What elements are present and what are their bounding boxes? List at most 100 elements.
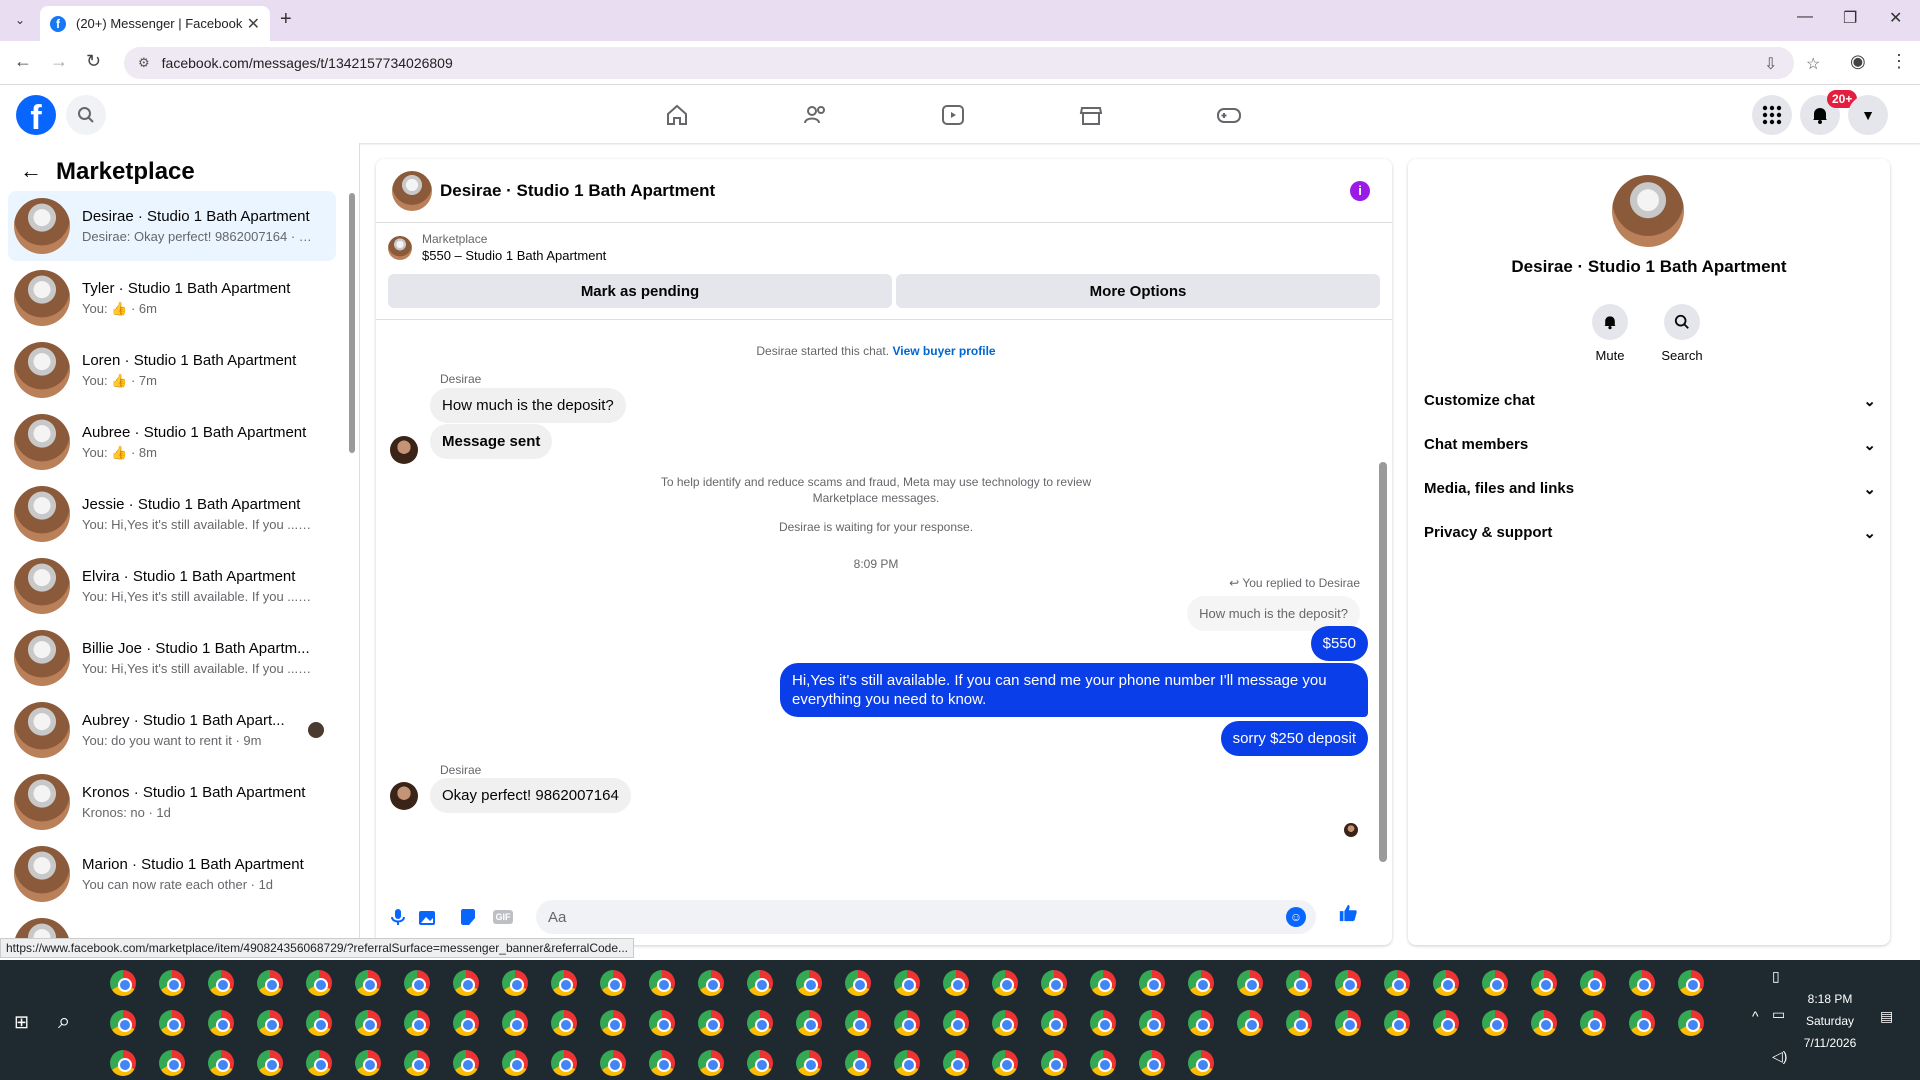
browser-taskbar-icon[interactable] bbox=[894, 970, 920, 996]
sender-avatar[interactable] bbox=[390, 782, 418, 810]
conversation-item[interactable]: Aubrey · Studio 1 Bath Apart... You: do y… bbox=[8, 695, 336, 765]
outgoing-message[interactable]: Hi,Yes it's still available. If you can … bbox=[780, 663, 1368, 717]
browser-taskbar-icon[interactable] bbox=[894, 1010, 920, 1036]
browser-taskbar-icon[interactable] bbox=[502, 1010, 528, 1036]
close-window-icon[interactable]: ✕ bbox=[1889, 8, 1902, 28]
photo-icon[interactable] bbox=[418, 907, 438, 927]
view-buyer-profile-link[interactable]: View buyer profile bbox=[892, 344, 995, 358]
browser-taskbar-icon[interactable] bbox=[404, 970, 430, 996]
browser-taskbar-icon[interactable] bbox=[551, 1010, 577, 1036]
browser-taskbar-icon[interactable] bbox=[1041, 1010, 1067, 1036]
browser-taskbar-icon[interactable] bbox=[992, 1010, 1018, 1036]
mute-button[interactable]: Mute bbox=[1580, 304, 1640, 363]
browser-taskbar-icon[interactable] bbox=[747, 970, 773, 996]
browser-taskbar-icon[interactable] bbox=[453, 1010, 479, 1036]
facebook-search-button[interactable] bbox=[66, 95, 106, 135]
url-field[interactable]: ⚙ facebook.com/messages/t/13421577340268… bbox=[124, 47, 1820, 79]
display-icon[interactable]: ▯ bbox=[1772, 968, 1780, 985]
browser-taskbar-icon[interactable] bbox=[845, 1010, 871, 1036]
profile-icon[interactable]: ◉ bbox=[1850, 51, 1866, 72]
conversation-item[interactable]: Marion · Studio 1 Bath Apartment You can … bbox=[8, 839, 336, 909]
browser-taskbar-icon[interactable] bbox=[159, 1050, 185, 1076]
browser-taskbar-icon[interactable] bbox=[1139, 1050, 1165, 1076]
mark-pending-button[interactable]: Mark as pending bbox=[388, 274, 892, 308]
browser-taskbar-icon[interactable] bbox=[796, 1050, 822, 1076]
chat-scrollbar[interactable] bbox=[1379, 462, 1387, 862]
browser-taskbar-icon[interactable] bbox=[208, 970, 234, 996]
browser-menu-icon[interactable]: ⋮ bbox=[1890, 51, 1908, 72]
browser-taskbar-icon[interactable] bbox=[1433, 970, 1459, 996]
search-icon[interactable]: ⌕ bbox=[58, 1008, 70, 1034]
browser-taskbar-icon[interactable] bbox=[1629, 1010, 1655, 1036]
contact-avatar[interactable] bbox=[1612, 175, 1684, 247]
listing-banner[interactable]: Marketplace $550 – Studio 1 Bath Apartme… bbox=[388, 232, 606, 263]
sticker-icon[interactable] bbox=[458, 907, 478, 927]
back-arrow-icon[interactable]: ← bbox=[20, 158, 42, 184]
browser-taskbar-icon[interactable] bbox=[257, 970, 283, 996]
browser-taskbar-icon[interactable] bbox=[1335, 970, 1361, 996]
browser-taskbar-icon[interactable] bbox=[1531, 970, 1557, 996]
browser-taskbar-icon[interactable] bbox=[355, 1050, 381, 1076]
browser-taskbar-icon[interactable] bbox=[845, 1050, 871, 1076]
browser-taskbar-icon[interactable] bbox=[306, 1010, 332, 1036]
section-privacy-support[interactable]: Privacy & support ⌄ bbox=[1424, 524, 1876, 542]
browser-taskbar-icon[interactable] bbox=[894, 1050, 920, 1076]
conversation-item[interactable]: Desirae · Studio 1 Bath Apartment Desirae… bbox=[8, 191, 336, 261]
forward-icon[interactable]: → bbox=[50, 51, 68, 72]
browser-taskbar-icon[interactable] bbox=[1188, 970, 1214, 996]
home-nav-icon[interactable] bbox=[661, 99, 693, 131]
browser-taskbar-icon[interactable] bbox=[110, 970, 136, 996]
menu-grid-button[interactable] bbox=[1752, 95, 1792, 135]
outgoing-message[interactable]: sorry $250 deposit bbox=[1220, 721, 1368, 756]
browser-taskbar-icon[interactable] bbox=[649, 1050, 675, 1076]
conversation-item[interactable]: Tyler · Studio 1 Bath Apartment You: 👍 · … bbox=[8, 263, 336, 333]
browser-taskbar-icon[interactable] bbox=[453, 970, 479, 996]
back-icon[interactable]: ← bbox=[14, 51, 32, 72]
facebook-logo[interactable]: f bbox=[16, 95, 56, 135]
section-chat-members[interactable]: Chat members ⌄ bbox=[1424, 436, 1876, 454]
browser-taskbar-icon[interactable] bbox=[796, 1010, 822, 1036]
browser-taskbar-icon[interactable] bbox=[355, 1010, 381, 1036]
browser-taskbar-icon[interactable] bbox=[1286, 1010, 1312, 1036]
browser-taskbar-icon[interactable] bbox=[404, 1050, 430, 1076]
browser-taskbar-icon[interactable] bbox=[943, 1010, 969, 1036]
browser-taskbar-icon[interactable] bbox=[1237, 970, 1263, 996]
browser-taskbar-icon[interactable] bbox=[1237, 1010, 1263, 1036]
taskbar-clock[interactable]: 8:18 PM Saturday 7/11/2026 bbox=[1780, 988, 1880, 1054]
sidebar-scrollbar[interactable] bbox=[349, 193, 355, 453]
windows-start-icon[interactable]: ⊞ bbox=[14, 1012, 29, 1033]
bookmark-star-icon[interactable]: ☆ bbox=[1806, 54, 1820, 74]
browser-taskbar-icon[interactable] bbox=[306, 1050, 332, 1076]
browser-taskbar-icon[interactable] bbox=[1629, 970, 1655, 996]
info-icon[interactable]: i bbox=[1350, 181, 1370, 201]
reload-icon[interactable]: ↻ bbox=[86, 51, 101, 72]
browser-taskbar-icon[interactable] bbox=[600, 1010, 626, 1036]
browser-taskbar-icon[interactable] bbox=[1335, 1010, 1361, 1036]
browser-taskbar-icon[interactable] bbox=[453, 1050, 479, 1076]
new-tab-icon[interactable]: + bbox=[280, 8, 292, 31]
browser-taskbar-icon[interactable] bbox=[306, 970, 332, 996]
browser-taskbar-icon[interactable] bbox=[208, 1050, 234, 1076]
browser-taskbar-icon[interactable] bbox=[1384, 970, 1410, 996]
incoming-message[interactable]: How much is the deposit? bbox=[430, 388, 626, 423]
search-in-chat-button[interactable]: Search bbox=[1652, 304, 1712, 363]
browser-taskbar-icon[interactable] bbox=[1384, 1010, 1410, 1036]
browser-taskbar-icon[interactable] bbox=[1678, 1010, 1704, 1036]
browser-taskbar-icon[interactable] bbox=[208, 1010, 234, 1036]
browser-taskbar-icon[interactable] bbox=[404, 1010, 430, 1036]
account-menu-button[interactable]: ▼ bbox=[1848, 95, 1888, 135]
browser-taskbar-icon[interactable] bbox=[600, 1050, 626, 1076]
tab-close-icon[interactable]: ✕ bbox=[247, 14, 260, 34]
browser-taskbar-icon[interactable] bbox=[600, 970, 626, 996]
browser-taskbar-icon[interactable] bbox=[992, 1050, 1018, 1076]
browser-taskbar-icon[interactable] bbox=[1580, 970, 1606, 996]
browser-taskbar-icon[interactable] bbox=[698, 1010, 724, 1036]
microphone-icon[interactable] bbox=[388, 907, 408, 927]
marketplace-nav-icon[interactable] bbox=[1075, 99, 1107, 131]
browser-taskbar-icon[interactable] bbox=[1090, 1050, 1116, 1076]
browser-taskbar-icon[interactable] bbox=[1041, 1050, 1067, 1076]
browser-taskbar-icon[interactable] bbox=[1188, 1010, 1214, 1036]
browser-taskbar-icon[interactable] bbox=[257, 1010, 283, 1036]
browser-taskbar-icon[interactable] bbox=[649, 970, 675, 996]
browser-taskbar-icon[interactable] bbox=[1580, 1010, 1606, 1036]
